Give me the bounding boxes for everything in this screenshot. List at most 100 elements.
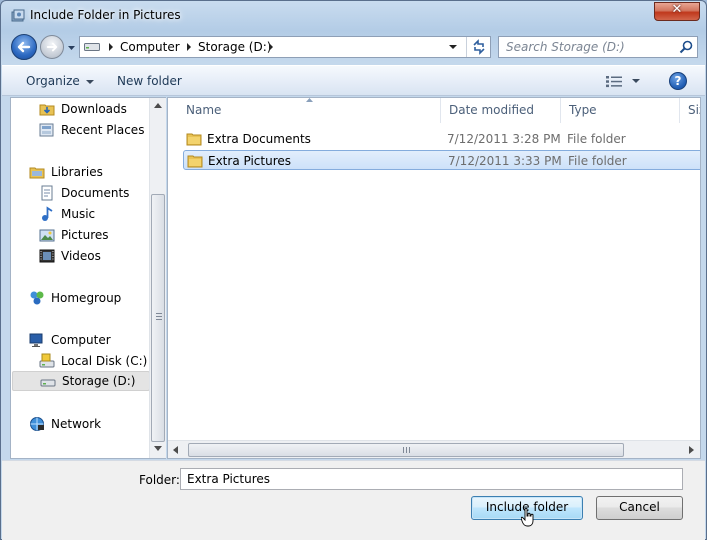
nav-label: Pictures (61, 228, 109, 242)
search-placeholder: Search Storage (D:) (506, 40, 625, 54)
mouse-cursor-icon (521, 508, 534, 527)
file-date: 7/12/2011 3:33 PM (448, 154, 562, 168)
close-button[interactable]: ✕ (654, 2, 700, 21)
command-bar: Organize New folder ? (2, 65, 705, 96)
window-title: Include Folder in Pictures (30, 8, 181, 22)
column-header-size[interactable]: Size (680, 98, 700, 123)
computer-icon (29, 333, 43, 347)
nav-label: Music (61, 207, 96, 221)
libraries-icon (29, 167, 45, 179)
drive-icon (40, 379, 56, 387)
back-arrow-icon (17, 41, 31, 53)
column-label: Name (186, 103, 222, 117)
recent-pages-dropdown-icon[interactable] (67, 43, 76, 52)
nav-label: Network (51, 417, 102, 431)
column-header-name[interactable]: Name (178, 98, 441, 123)
scroll-up-icon[interactable] (154, 103, 162, 108)
column-label: Date modified (449, 103, 535, 117)
nav-label: Local Disk (C:) (61, 354, 148, 368)
nav-item-storage[interactable]: Storage (D:) (12, 371, 150, 391)
file-name: Extra Pictures (208, 154, 292, 168)
file-type: File folder (567, 132, 626, 146)
address-dropdown-icon[interactable] (448, 42, 458, 52)
view-options-icon[interactable] (606, 75, 622, 88)
folder-field[interactable] (180, 468, 683, 490)
view-dropdown-icon[interactable] (632, 79, 640, 83)
nav-item-libraries[interactable]: Libraries (11, 162, 149, 182)
file-date: 7/12/2011 3:28 PM (447, 132, 561, 146)
nav-item-pictures[interactable]: Pictures (11, 225, 149, 245)
nav-item-downloads[interactable]: Downloads (11, 99, 149, 119)
nav-item-music[interactable]: Music (11, 204, 149, 224)
nav-label: Computer (51, 333, 111, 347)
scroll-left-icon[interactable] (173, 446, 178, 454)
back-button[interactable] (11, 34, 37, 60)
pictures-icon (39, 229, 55, 242)
file-row[interactable]: Extra Pictures 7/12/2011 3:33 PM File fo… (183, 150, 700, 170)
nav-label: Downloads (61, 102, 127, 116)
file-type: File folder (568, 154, 627, 168)
network-icon (30, 417, 44, 431)
search-icon[interactable] (679, 40, 693, 54)
close-icon: ✕ (671, 2, 683, 17)
nav-item-computer[interactable]: Computer (11, 330, 149, 350)
library-icon (11, 9, 25, 22)
nav-label: Recent Places (61, 123, 145, 137)
chevron-down-icon (85, 79, 94, 84)
forward-arrow-icon (46, 42, 58, 52)
videos-icon (39, 249, 55, 263)
file-list: Name Date modified Type Size Extra Docum… (167, 97, 701, 459)
forward-button[interactable] (40, 35, 64, 59)
refresh-icon (473, 39, 485, 55)
scroll-thumb[interactable] (151, 194, 165, 442)
address-bar[interactable]: Computer Storage (D:) (79, 36, 491, 58)
drive-icon (84, 43, 100, 51)
nav-item-local-disk[interactable]: Local Disk (C:) (11, 351, 149, 371)
chevron-right-icon[interactable] (267, 42, 275, 52)
column-label: Size (688, 103, 700, 117)
organize-label: Organize (26, 74, 80, 88)
dialog-footer: Folder: Include folder Cancel (2, 460, 705, 540)
column-header-type[interactable]: Type (561, 98, 680, 123)
recent-places-icon (39, 123, 54, 137)
nav-label: Videos (61, 249, 101, 263)
breadcrumb-storage[interactable]: Storage (D:) (198, 40, 271, 54)
music-icon (42, 206, 53, 221)
nav-item-videos[interactable]: Videos (11, 246, 149, 266)
nav-item-homegroup[interactable]: Homegroup (11, 288, 149, 308)
search-input[interactable]: Search Storage (D:) (498, 36, 698, 58)
nav-label: Homegroup (51, 291, 122, 305)
new-folder-button[interactable]: New folder (117, 74, 182, 88)
column-label: Type (569, 103, 597, 117)
scroll-thumb[interactable] (188, 443, 624, 457)
folder-label: Folder: (139, 473, 180, 487)
local-disk-icon (39, 353, 55, 368)
file-row[interactable]: Extra Documents 7/12/2011 3:28 PM File f… (183, 129, 700, 149)
nav-label: Documents (61, 186, 130, 200)
documents-icon (41, 185, 53, 201)
navigation-scrollbar[interactable] (149, 98, 166, 458)
scroll-right-icon[interactable] (689, 446, 694, 454)
chevron-right-icon[interactable] (107, 42, 115, 52)
folder-icon (187, 155, 203, 168)
horizontal-scrollbar[interactable] (168, 440, 700, 458)
title-bar[interactable]: Include Folder in Pictures ✕ (1, 1, 706, 31)
downloads-icon (39, 104, 55, 116)
folder-icon (186, 133, 202, 146)
refresh-button[interactable] (466, 37, 490, 57)
chevron-right-icon[interactable] (185, 42, 193, 52)
nav-label: Libraries (51, 165, 103, 179)
organize-button[interactable]: Organize (26, 74, 94, 88)
dialog-window: Include Folder in Pictures ✕ Computer St… (0, 0, 707, 540)
help-icon[interactable]: ? (669, 72, 687, 90)
homegroup-icon (30, 291, 44, 305)
breadcrumb-computer[interactable]: Computer (120, 40, 180, 54)
file-name: Extra Documents (207, 132, 311, 146)
scroll-down-icon[interactable] (154, 446, 162, 451)
column-header-date[interactable]: Date modified (441, 98, 561, 123)
cancel-button[interactable]: Cancel (596, 496, 683, 520)
navigation-pane: Downloads Recent Places Libraries Docume… (10, 97, 166, 459)
nav-item-network[interactable]: Network (11, 414, 149, 434)
nav-item-recent-places[interactable]: Recent Places (11, 120, 149, 140)
nav-item-documents[interactable]: Documents (11, 183, 149, 203)
